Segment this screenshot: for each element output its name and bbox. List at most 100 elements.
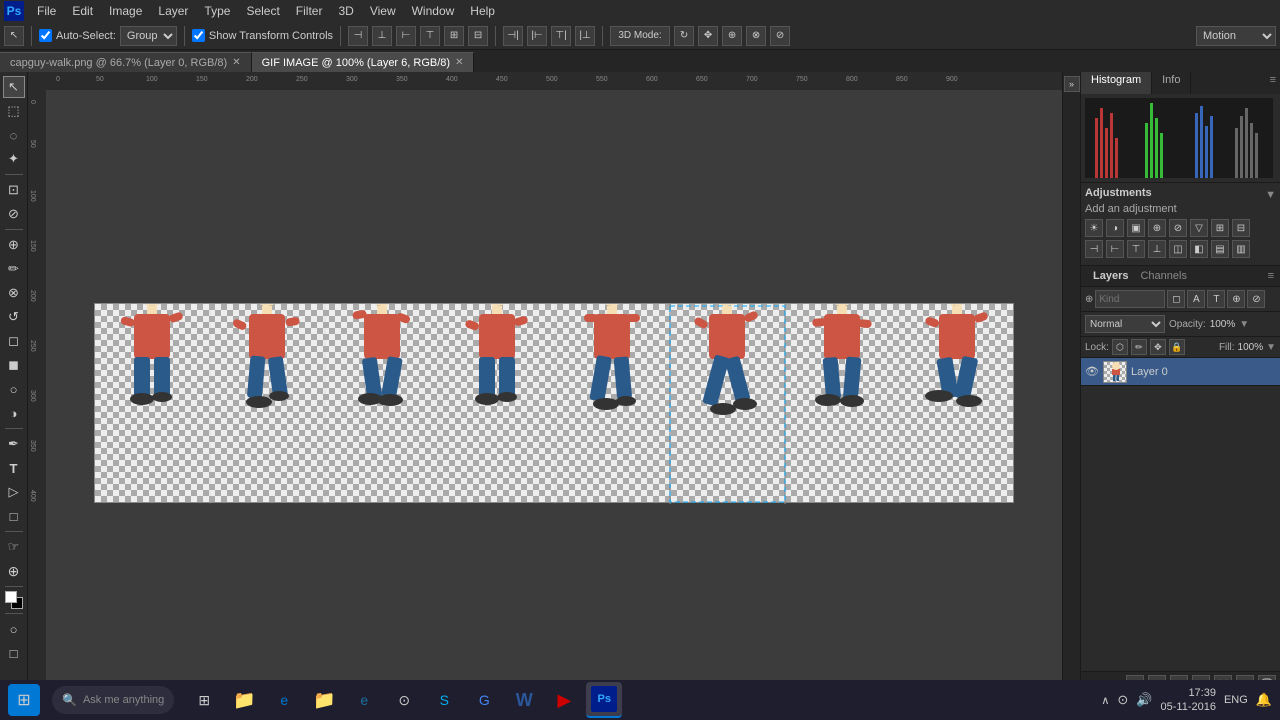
show-transform-checkbox[interactable] bbox=[192, 29, 205, 42]
adj-posterize-btn[interactable]: ◫ bbox=[1169, 240, 1187, 258]
adj-exposure-btn[interactable]: ⊕ bbox=[1148, 219, 1166, 237]
fill-dropdown-btn[interactable]: ▼ bbox=[1266, 342, 1276, 353]
taskbar-chrome2[interactable]: G bbox=[466, 682, 502, 718]
lock-transparent-btn[interactable]: ⬡ bbox=[1112, 339, 1128, 355]
path-select-tool-btn[interactable]: ▷ bbox=[3, 481, 25, 503]
lasso-tool-btn[interactable]: ◌ bbox=[3, 124, 25, 146]
menu-layer[interactable]: Layer bbox=[151, 2, 195, 20]
layers-filter-adjusted-btn[interactable]: A bbox=[1187, 290, 1205, 308]
adj-selective-color-btn[interactable]: ▥ bbox=[1232, 240, 1250, 258]
system-clock[interactable]: 17:39 05-11-2016 bbox=[1161, 686, 1216, 715]
adj-brightness-btn[interactable]: ☀ bbox=[1085, 219, 1103, 237]
canvas-area[interactable]: 0 50 100 150 200 250 300 350 400 450 500… bbox=[28, 72, 1062, 696]
layers-tab[interactable]: Layers bbox=[1087, 268, 1134, 284]
lock-position-btn[interactable]: ✥ bbox=[1150, 339, 1166, 355]
start-button[interactable]: ⊞ bbox=[8, 684, 40, 716]
info-tab[interactable]: Info bbox=[1152, 72, 1191, 94]
3d-zoom-btn[interactable]: ⊕ bbox=[722, 26, 742, 46]
align-right-btn[interactable]: ⊢ bbox=[396, 26, 416, 46]
adj-black-white-btn[interactable]: ⊟ bbox=[1232, 219, 1250, 237]
menu-filter[interactable]: Filter bbox=[289, 2, 330, 20]
adj-gradient-map-btn[interactable]: ▤ bbox=[1211, 240, 1229, 258]
taskbar-file-explorer[interactable]: 📁 bbox=[226, 682, 262, 718]
adj-channel-mixer-btn[interactable]: ⊢ bbox=[1106, 240, 1124, 258]
adj-vibrance-btn[interactable]: ⊘ bbox=[1169, 219, 1187, 237]
3d-roll-btn[interactable]: ⊘ bbox=[770, 26, 790, 46]
panel-toggle-btn[interactable]: » bbox=[1064, 76, 1080, 92]
align-center-v-btn[interactable]: ⊞ bbox=[444, 26, 464, 46]
sys-tray-icon[interactable]: ∧ bbox=[1101, 694, 1109, 707]
panel-options-btn[interactable]: ≡ bbox=[1266, 72, 1280, 94]
adj-hue-btn[interactable]: ▽ bbox=[1190, 219, 1208, 237]
align-top-btn[interactable]: ⊤ bbox=[420, 26, 440, 46]
adj-levels-btn[interactable]: ◑ bbox=[1106, 219, 1124, 237]
pen-tool-btn[interactable]: ✒ bbox=[3, 433, 25, 455]
menu-view[interactable]: View bbox=[363, 2, 403, 20]
adj-color-balance-btn[interactable]: ⊞ bbox=[1211, 219, 1229, 237]
taskbar-edge[interactable]: e bbox=[266, 682, 302, 718]
layers-options-btn[interactable]: ≡ bbox=[1268, 270, 1274, 282]
menu-type[interactable]: Type bbox=[197, 2, 237, 20]
dodge-tool-btn[interactable]: ◑ bbox=[3, 402, 25, 424]
taskbar-media[interactable]: ▶ bbox=[546, 682, 582, 718]
notification-btn[interactable]: 🔔 bbox=[1256, 692, 1272, 708]
shape-tool-btn[interactable]: □ bbox=[3, 505, 25, 527]
search-bar[interactable]: 🔍 Ask me anything bbox=[52, 686, 174, 714]
dist-center-h-btn[interactable]: |⊢ bbox=[527, 26, 547, 46]
taskbar-word[interactable]: W bbox=[506, 682, 542, 718]
menu-help[interactable]: Help bbox=[463, 2, 502, 20]
dist-left-btn[interactable]: ⊣| bbox=[503, 26, 523, 46]
language-indicator[interactable]: ENG bbox=[1224, 694, 1248, 706]
stamp-tool-btn[interactable]: ⊗ bbox=[3, 282, 25, 304]
layers-filter-text-btn[interactable]: T bbox=[1207, 290, 1225, 308]
history-tool-btn[interactable]: ↺ bbox=[3, 306, 25, 328]
menu-image[interactable]: Image bbox=[102, 2, 149, 20]
volume-icon[interactable]: 🔊 bbox=[1136, 692, 1152, 708]
quick-mask-btn[interactable]: ○ bbox=[3, 618, 25, 640]
tab-capguy[interactable]: capguy-walk.png @ 66.7% (Layer 0, RGB/8)… bbox=[0, 52, 252, 72]
taskbar-file-explorer2[interactable]: 📁 bbox=[306, 682, 342, 718]
adj-curves-btn[interactable]: ▣ bbox=[1127, 219, 1145, 237]
taskbar-chrome[interactable]: ⊙ bbox=[386, 682, 422, 718]
canvas-image[interactable] bbox=[94, 303, 1014, 503]
3d-rotate-btn[interactable]: ↻ bbox=[674, 26, 694, 46]
layer-visibility-toggle[interactable]: 👁 bbox=[1085, 365, 1099, 379]
type-tool-btn[interactable]: T bbox=[3, 457, 25, 479]
histogram-tab[interactable]: Histogram bbox=[1081, 72, 1152, 94]
layer-row[interactable]: 👁 bbox=[1081, 358, 1280, 386]
adj-color-lookup-btn[interactable]: ⊤ bbox=[1127, 240, 1145, 258]
brush-tool-btn[interactable]: ✏ bbox=[3, 258, 25, 280]
3d-pan-btn[interactable]: ✥ bbox=[698, 26, 718, 46]
layers-filter-toggle-btn[interactable]: ⊘ bbox=[1247, 290, 1265, 308]
auto-select-checkbox[interactable] bbox=[39, 29, 52, 42]
menu-3d[interactable]: 3D bbox=[331, 2, 360, 20]
color-swatch[interactable] bbox=[5, 591, 23, 609]
dist-top-btn[interactable]: ⊤| bbox=[551, 26, 571, 46]
layers-filter-smart-btn[interactable]: ⊕ bbox=[1227, 290, 1245, 308]
healing-tool-btn[interactable]: ⊕ bbox=[3, 234, 25, 256]
hand-tool-btn[interactable]: ☞ bbox=[3, 536, 25, 558]
adj-invert-btn[interactable]: ⊥ bbox=[1148, 240, 1166, 258]
eyedropper-tool-btn[interactable]: ⊘ bbox=[3, 203, 25, 225]
dist-bottom-btn[interactable]: |⊥ bbox=[575, 26, 595, 46]
channels-tab[interactable]: Channels bbox=[1134, 268, 1192, 284]
3d-orbit-btn[interactable]: ⊗ bbox=[746, 26, 766, 46]
fg-color[interactable] bbox=[5, 591, 17, 603]
blur-tool-btn[interactable]: ○ bbox=[3, 378, 25, 400]
menu-edit[interactable]: Edit bbox=[65, 2, 100, 20]
opacity-dropdown-btn[interactable]: ▼ bbox=[1239, 319, 1249, 330]
screen-mode-btn[interactable]: □ bbox=[3, 642, 25, 664]
zoom-tool-btn[interactable]: ⊕ bbox=[3, 560, 25, 582]
taskbar-taskview[interactable]: ⊞ bbox=[186, 682, 222, 718]
taskbar-skype[interactable]: S bbox=[426, 682, 462, 718]
align-left-btn[interactable]: ⊣ bbox=[348, 26, 368, 46]
lock-image-btn[interactable]: ✏ bbox=[1131, 339, 1147, 355]
move-tool-options[interactable]: ↖ bbox=[4, 26, 24, 46]
taskbar-ie[interactable]: e bbox=[346, 682, 382, 718]
workspace-select[interactable]: Motion bbox=[1196, 26, 1276, 46]
menu-file[interactable]: File bbox=[30, 2, 63, 20]
layers-kind-filter[interactable] bbox=[1095, 290, 1165, 308]
adj-photo-filter-btn[interactable]: ⊣ bbox=[1085, 240, 1103, 258]
adj-threshold-btn[interactable]: ◧ bbox=[1190, 240, 1208, 258]
canvas-viewport[interactable] bbox=[46, 90, 1062, 696]
